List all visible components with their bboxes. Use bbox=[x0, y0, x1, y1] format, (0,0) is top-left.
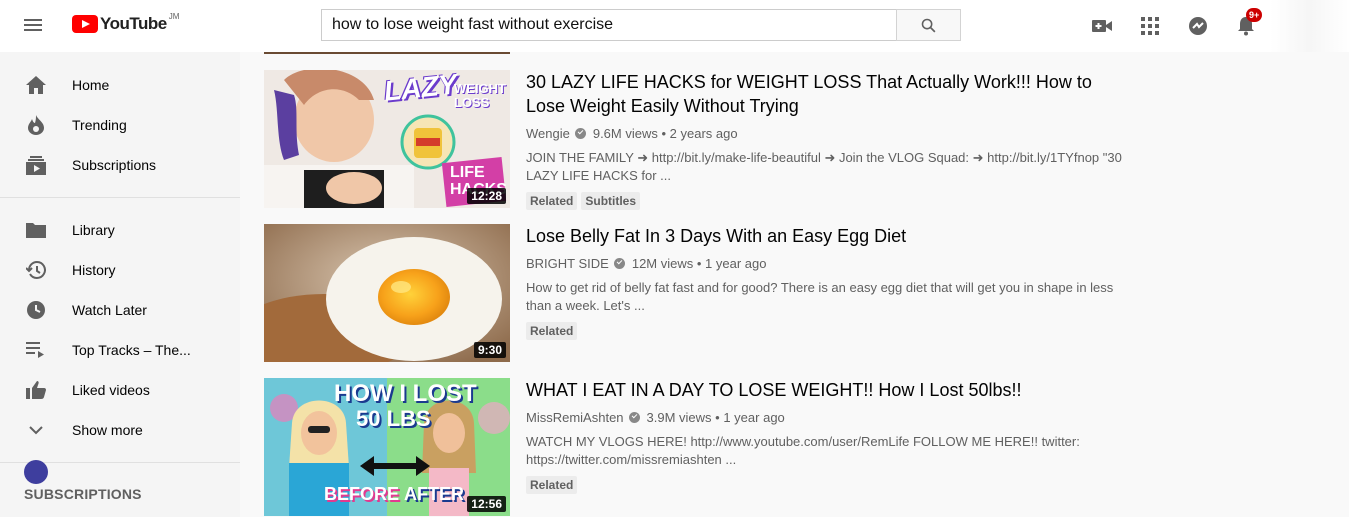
verified-icon bbox=[628, 412, 640, 423]
view-count: 12M views bbox=[631, 256, 694, 271]
upload-age: 2 years ago bbox=[669, 126, 738, 141]
sidebar-divider bbox=[0, 197, 240, 198]
sidebar: Home Trending Subscriptions Library Hist… bbox=[0, 52, 240, 517]
apps-icon[interactable] bbox=[1138, 14, 1162, 38]
menu-icon[interactable] bbox=[24, 16, 48, 36]
youtube-play-icon bbox=[72, 15, 98, 33]
video-result: 9:30 Lose Belly Fat In 3 Days With an Ea… bbox=[264, 224, 1124, 362]
meta-separator: • bbox=[711, 410, 724, 425]
sidebar-item-label: Library bbox=[72, 222, 115, 238]
sidebar-item-label: Liked videos bbox=[72, 382, 150, 398]
channel-name[interactable]: BRIGHT SIDE bbox=[526, 256, 609, 271]
upload-age: 1 year ago bbox=[723, 410, 785, 425]
video-description: WATCH MY VLOGS HERE! http://www.youtube.… bbox=[526, 434, 1080, 467]
thumbnail-text: BEFORE bbox=[324, 484, 400, 504]
video-title[interactable]: 30 LAZY LIFE HACKS for WEIGHT LOSS That … bbox=[526, 70, 1126, 118]
video-result: LAZY WEIGHT LOSS LIFE HACKS 12:28 30 LAZ… bbox=[264, 70, 1126, 210]
messages-icon[interactable] bbox=[1186, 14, 1210, 38]
video-description: JOIN THE FAMILY ➜ http://bit.ly/make-lif… bbox=[526, 150, 1122, 183]
sidebar-item-top-tracks[interactable]: Top Tracks – The... bbox=[0, 330, 240, 370]
verified-icon bbox=[574, 128, 586, 139]
sidebar-item-library[interactable]: Library bbox=[0, 210, 240, 250]
masthead: YouTube JM 9+ bbox=[0, 0, 1349, 52]
search-icon bbox=[921, 18, 936, 32]
video-duration: 9:30 bbox=[473, 342, 506, 358]
video-description: How to get rid of belly fat fast and for… bbox=[526, 280, 1114, 313]
history-icon bbox=[24, 258, 48, 282]
badge-related: Related bbox=[526, 192, 578, 210]
playlist-icon bbox=[24, 338, 48, 362]
notification-badge: 9+ bbox=[1246, 8, 1263, 22]
watch-later-icon bbox=[24, 298, 48, 322]
thumbnail-text: AFTER bbox=[404, 484, 464, 504]
notifications-icon[interactable]: 9+ bbox=[1234, 8, 1263, 38]
badge-related: Related bbox=[526, 322, 578, 340]
thumbs-up-icon bbox=[24, 378, 48, 402]
sidebar-item-label: Subscriptions bbox=[72, 157, 157, 173]
sidebar-item-label: History bbox=[72, 262, 116, 278]
sidebar-item-show-more[interactable]: Show more bbox=[0, 410, 240, 450]
thumbnail-text: HOW I LOST bbox=[334, 380, 477, 407]
subscriptions-icon bbox=[24, 153, 48, 177]
youtube-logo[interactable]: YouTube JM bbox=[72, 11, 180, 34]
sidebar-item-label: Show more bbox=[72, 422, 143, 438]
account-avatar-area[interactable] bbox=[1270, 0, 1349, 52]
video-duration: 12:56 bbox=[467, 496, 506, 512]
thumbnail-text: 50 LBS bbox=[356, 406, 431, 431]
badge-related: Related bbox=[526, 476, 578, 494]
logo-text: YouTube bbox=[100, 14, 167, 33]
video-title[interactable]: WHAT I EAT IN A DAY TO LOSE WEIGHT!! How… bbox=[526, 378, 1126, 402]
library-icon bbox=[24, 218, 48, 242]
thumbnail-text: WEIGHT LOSS bbox=[454, 81, 506, 110]
video-thumbnail[interactable]: HOW I LOST 50 LBS BEFORE AFTER 12:56 bbox=[264, 378, 510, 516]
home-icon bbox=[24, 73, 48, 97]
view-count: 9.6M views bbox=[592, 126, 658, 141]
video-thumbnail[interactable]: 9:30 bbox=[264, 224, 510, 362]
view-count: 3.9M views bbox=[646, 410, 712, 425]
sidebar-item-label: Trending bbox=[72, 117, 127, 133]
chevron-down-icon bbox=[24, 418, 48, 442]
meta-separator: • bbox=[657, 126, 670, 141]
search-button[interactable] bbox=[896, 9, 961, 41]
sidebar-item-trending[interactable]: Trending bbox=[0, 105, 240, 145]
upload-age: 1 year ago bbox=[705, 256, 767, 271]
channel-name[interactable]: Wengie bbox=[526, 126, 570, 141]
sidebar-item-label: Top Tracks – The... bbox=[72, 342, 191, 358]
video-duration: 12:28 bbox=[467, 188, 506, 204]
thumbnail-image bbox=[264, 224, 510, 362]
sidebar-item-watch-later[interactable]: Watch Later bbox=[0, 290, 240, 330]
search-input[interactable] bbox=[321, 9, 897, 41]
sidebar-item-liked-videos[interactable]: Liked videos bbox=[0, 370, 240, 410]
sidebar-item-home[interactable]: Home bbox=[0, 65, 240, 105]
verified-icon bbox=[613, 258, 625, 269]
badge-subtitles: Subtitles bbox=[581, 192, 641, 210]
subscription-channel-avatar[interactable] bbox=[24, 460, 48, 484]
logo-region: JM bbox=[168, 11, 180, 21]
video-result: HOW I LOST 50 LBS BEFORE AFTER 12:56 WHA… bbox=[264, 378, 1124, 516]
sidebar-item-label: Watch Later bbox=[72, 302, 147, 318]
sidebar-item-label: Home bbox=[72, 77, 110, 93]
sidebar-item-history[interactable]: History bbox=[0, 250, 240, 290]
channel-name[interactable]: MissRemiAshten bbox=[526, 410, 624, 425]
meta-separator: • bbox=[693, 256, 706, 271]
sidebar-item-subscriptions[interactable]: Subscriptions bbox=[0, 145, 240, 185]
video-title[interactable]: Lose Belly Fat In 3 Days With an Easy Eg… bbox=[526, 224, 1126, 248]
video-thumbnail[interactable]: LAZY WEIGHT LOSS LIFE HACKS 12:28 bbox=[264, 70, 510, 208]
trending-icon bbox=[24, 113, 48, 137]
create-video-icon[interactable] bbox=[1090, 14, 1114, 38]
